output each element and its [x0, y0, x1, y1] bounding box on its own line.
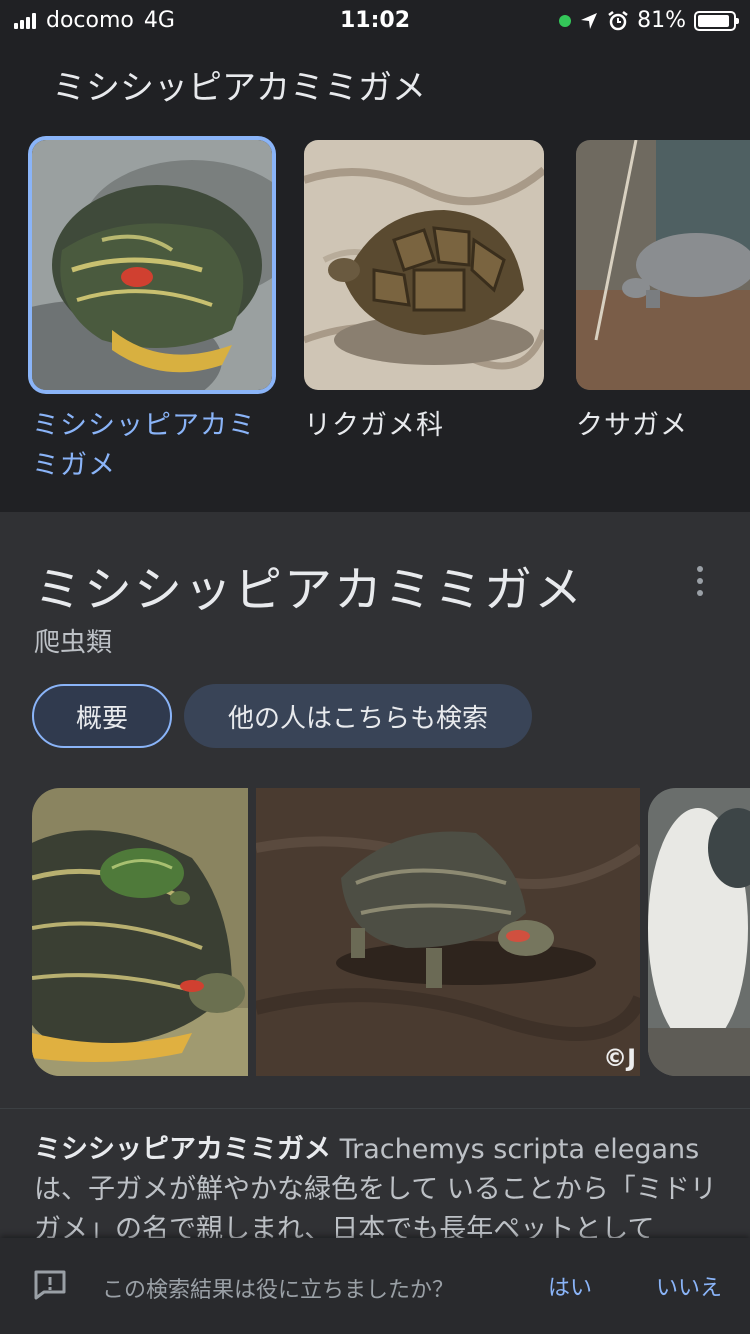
feedback-icon [34, 1270, 66, 1300]
feedback-bar: この検索結果は役に立ちましたか？ はい いいえ [0, 1238, 750, 1334]
carousel-item-label: リクガメ科 [304, 410, 444, 441]
turtle-stack-image[interactable] [32, 788, 248, 1076]
image-watermark: ©J [603, 1044, 636, 1072]
battery-percent: 81% [637, 8, 686, 33]
alarm-icon [608, 10, 628, 30]
knowledge-panel-subtitle: 爬虫類 [34, 628, 113, 658]
camera-in-use-icon [559, 14, 572, 27]
reeves-turtle-thumbnail-image [576, 140, 750, 390]
turtle-thumbnail-image [32, 140, 272, 390]
carousel-item-mississippi-red-eared-slider[interactable]: ミシシッピアカミミガメ [32, 140, 272, 486]
description: ミシシッピアカミミガメ Trachemys scripta elegans は、… [34, 1130, 724, 1240]
carousel-item-label: クサガメ [576, 410, 688, 441]
location-arrow-icon [581, 12, 598, 29]
carousel-item-reeves-turtle[interactable]: クサガメ [576, 140, 750, 446]
carousel-item-tortoise-family[interactable]: リクガメ科 [304, 140, 544, 446]
carousel-title: ミシシッピアカミミガメ [52, 68, 426, 108]
tab-overview[interactable]: 概要 [32, 684, 172, 748]
tortoise-thumbnail-image [304, 140, 544, 390]
feedback-no-button[interactable]: いいえ [656, 1270, 722, 1302]
divider [0, 1108, 750, 1109]
carousel-item-label: ミシシッピアカミミガメ [32, 410, 256, 481]
description-bold-term: ミシシッピアカミミガメ [34, 1134, 331, 1165]
feedback-question: この検索結果は役に立ちましたか？ [102, 1278, 455, 1303]
status-bar: docomo 4G 11:02 81% [0, 0, 750, 40]
image-strip: ©J [32, 788, 750, 1076]
knowledge-panel-title: ミシシッピアカミミガメ [34, 562, 585, 618]
tab-people-also-search[interactable]: 他の人はこちらも検索 [184, 684, 532, 748]
more-options-icon[interactable] [690, 566, 710, 596]
turtle-white-rock-image[interactable] [648, 788, 750, 1076]
battery-icon [694, 10, 739, 31]
turtle-on-rock-image[interactable]: ©J [256, 788, 640, 1076]
feedback-yes-button[interactable]: はい [548, 1270, 592, 1302]
